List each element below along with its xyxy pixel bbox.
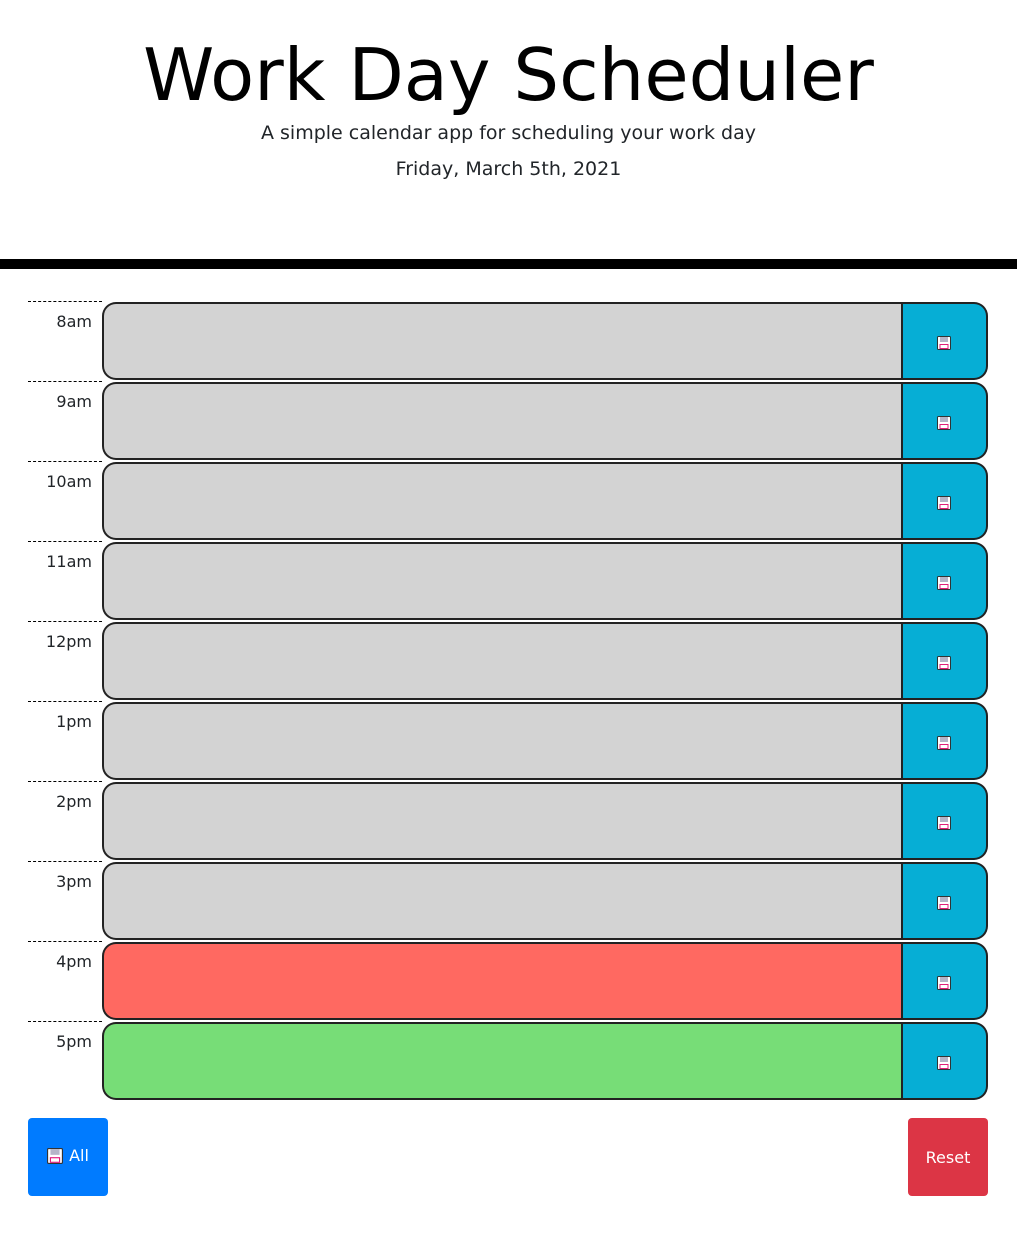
hour-label: 10am [28, 461, 102, 541]
hour-label: 5pm [28, 1021, 102, 1101]
time-block-10am: 10am [28, 461, 988, 541]
hour-label: 4pm [28, 941, 102, 1021]
hour-label: 2pm [28, 781, 102, 861]
description-input[interactable] [102, 1022, 902, 1100]
time-block-1pm: 1pm [28, 701, 988, 781]
description-input[interactable] [102, 622, 902, 700]
description-input[interactable] [102, 862, 902, 940]
time-block-list: 8am 9am 10am 11am 12pm 1pm 2pm 3pm 4pm 5… [28, 301, 988, 1101]
time-block-2pm: 2pm [28, 781, 988, 861]
time-block-11am: 11am [28, 541, 988, 621]
save-all-content: All [47, 1146, 89, 1165]
description-input[interactable] [102, 462, 902, 540]
save-button[interactable] [902, 1022, 988, 1100]
hour-label: 8am [28, 301, 102, 381]
page-title: Work Day Scheduler [143, 33, 874, 117]
description-input[interactable] [102, 302, 902, 380]
hour-label: 12pm [28, 621, 102, 701]
time-block-12pm: 12pm [28, 621, 988, 701]
floppy-disk-icon [937, 336, 951, 350]
save-button[interactable] [902, 942, 988, 1020]
save-button[interactable] [902, 782, 988, 860]
save-all-button[interactable]: All [28, 1118, 108, 1196]
header-divider [0, 259, 1017, 269]
description-input[interactable] [102, 782, 902, 860]
save-all-label: All [69, 1146, 89, 1166]
description-input[interactable] [102, 942, 902, 1020]
time-block-8am: 8am [28, 301, 988, 381]
save-button[interactable] [902, 702, 988, 780]
save-button[interactable] [902, 862, 988, 940]
save-button[interactable] [902, 302, 988, 380]
save-button[interactable] [902, 542, 988, 620]
time-block-4pm: 4pm [28, 941, 988, 1021]
floppy-disk-icon [937, 1056, 951, 1070]
time-block-3pm: 3pm [28, 861, 988, 941]
hour-label: 9am [28, 381, 102, 461]
hour-label: 3pm [28, 861, 102, 941]
save-button[interactable] [902, 382, 988, 460]
floppy-disk-icon [937, 896, 951, 910]
reset-button[interactable]: Reset [908, 1118, 988, 1196]
description-input[interactable] [102, 542, 902, 620]
time-block-9am: 9am [28, 381, 988, 461]
description-input[interactable] [102, 702, 902, 780]
floppy-disk-icon [937, 736, 951, 750]
page-subtitle: A simple calendar app for scheduling you… [260, 122, 757, 144]
save-button[interactable] [902, 462, 988, 540]
current-date: Friday, March 5th, 2021 [395, 158, 622, 180]
floppy-disk-icon [937, 816, 951, 830]
floppy-disk-icon [937, 576, 951, 590]
floppy-disk-icon [937, 496, 951, 510]
floppy-disk-icon [47, 1147, 64, 1164]
hour-label: 1pm [28, 701, 102, 781]
floppy-disk-icon [937, 656, 951, 670]
hour-label: 11am [28, 541, 102, 621]
floppy-disk-icon [937, 416, 951, 430]
save-button[interactable] [902, 622, 988, 700]
floppy-disk-icon [937, 976, 951, 990]
time-block-5pm: 5pm [28, 1021, 988, 1101]
description-input[interactable] [102, 382, 902, 460]
header: Work Day Scheduler A simple calendar app… [0, 0, 1017, 270]
